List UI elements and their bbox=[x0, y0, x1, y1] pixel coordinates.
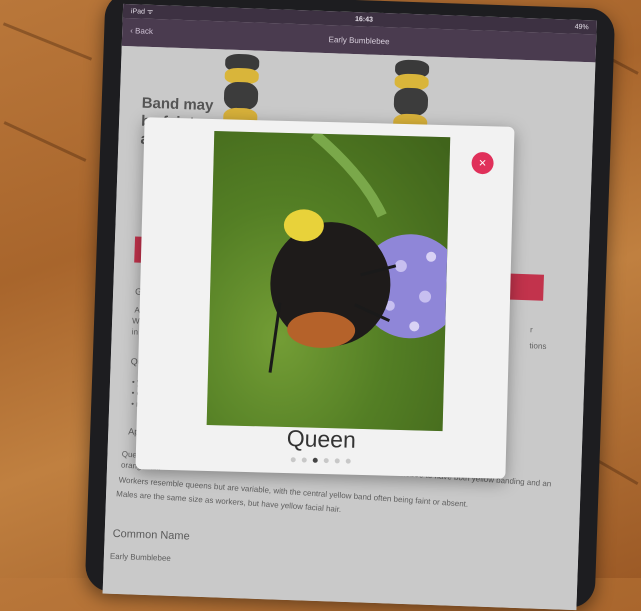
back-button[interactable]: ‹ Back bbox=[130, 26, 153, 36]
gallery-dot[interactable] bbox=[290, 457, 296, 463]
common-name-value: Early Bumblebee bbox=[109, 551, 171, 563]
image-gallery-modal: × Queen bbox=[135, 117, 515, 479]
image-caption: Queen bbox=[286, 425, 357, 453]
common-name-heading: Common Name bbox=[112, 527, 190, 543]
wood-grain bbox=[594, 457, 639, 486]
close-button[interactable]: × bbox=[471, 151, 494, 175]
gallery-dot[interactable] bbox=[301, 457, 307, 463]
gallery-dot[interactable] bbox=[334, 458, 340, 464]
general-text-fragment: tions bbox=[529, 341, 547, 351]
carrier-label: iPad ᯤ bbox=[130, 7, 154, 16]
queen-bumblebee-image bbox=[206, 131, 451, 432]
gallery-dot[interactable] bbox=[312, 457, 318, 463]
gallery-dot[interactable] bbox=[345, 458, 351, 464]
battery-label: 49% bbox=[574, 23, 589, 31]
status-time: 16:43 bbox=[354, 15, 374, 24]
general-text-fragment: r bbox=[529, 325, 533, 335]
bee-photo[interactable] bbox=[206, 131, 451, 432]
wood-grain bbox=[2, 22, 93, 61]
page-title: Early Bumblebee bbox=[328, 34, 390, 46]
wood-grain bbox=[3, 121, 87, 162]
gallery-dot[interactable] bbox=[323, 458, 329, 464]
